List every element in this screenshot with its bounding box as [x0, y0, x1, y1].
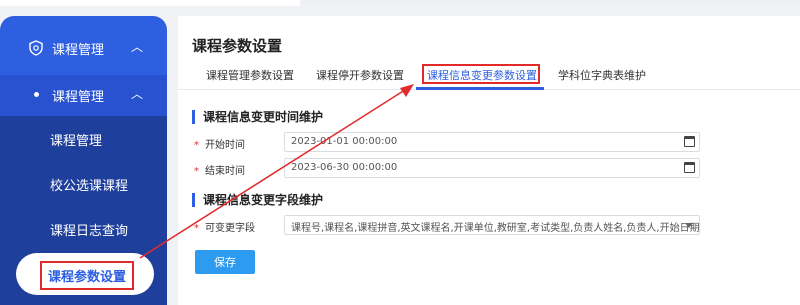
end-time-label: * 结束时间 — [194, 166, 245, 177]
section-fields-title: 课程信息变更字段维护 — [192, 193, 323, 207]
sidebar-subgroup-label: 课程管理 — [52, 90, 105, 105]
bullet-icon — [34, 92, 39, 97]
top-bar — [0, 0, 800, 6]
sidebar: 课程管理 ︿ 课程管理 ︿ 课程管理 校公选课课程 课程日志查询 课程参数设置 — [0, 16, 167, 305]
end-time-input[interactable]: 2023-06-30 00:00:00 — [284, 158, 700, 178]
shield-icon — [29, 40, 43, 56]
sidebar-item-course-management[interactable]: 课程管理 — [50, 130, 102, 149]
section-time-title: 课程信息变更时间维护 — [192, 110, 323, 124]
sidebar-group-course-management[interactable]: 课程管理 ︿ — [0, 28, 167, 68]
fields-select[interactable]: 课程号,课程名,课程拼音,英文课程名,开课单位,教研室,考试类型,负责人姓名,负… — [284, 215, 700, 235]
start-time-value: 2023-01-01 00:00:00 — [291, 136, 398, 147]
sidebar-item-course-log[interactable]: 课程日志查询 — [50, 220, 128, 239]
sidebar-item-public-elective[interactable]: 校公选课课程 — [50, 175, 128, 194]
tab-course-change-params[interactable]: 课程信息变更参数设置 — [427, 67, 537, 83]
calendar-icon[interactable] — [684, 162, 695, 173]
start-time-label: * 开始时间 — [194, 140, 245, 151]
page-title: 课程参数设置 — [192, 37, 283, 55]
sidebar-group-label: 课程管理 — [52, 43, 105, 58]
sidebar-item-course-params[interactable]: 课程参数设置 — [40, 261, 135, 290]
end-time-value: 2023-06-30 00:00:00 — [291, 162, 398, 173]
tab-discipline-dictionary[interactable]: 学科位字典表维护 — [558, 67, 646, 83]
sidebar-subgroup-course-management[interactable]: 课程管理 ︿ — [0, 76, 167, 114]
fields-value: 课程号,课程名,课程拼音,英文课程名,开课单位,教研室,考试类型,负责人姓名,负… — [291, 223, 700, 234]
save-button[interactable]: 保存 — [195, 250, 255, 274]
chevron-up-icon: ︿ — [131, 40, 144, 54]
fields-label: * 可变更字段 — [194, 223, 255, 234]
calendar-icon[interactable] — [684, 136, 695, 147]
top-bar-segment — [300, 0, 800, 6]
chevron-down-icon[interactable] — [685, 223, 693, 228]
main-panel: 课程参数设置 课程管理参数设置 课程停开参数设置 课程信息变更参数设置 学科位字… — [178, 16, 800, 305]
tab-course-management-params[interactable]: 课程管理参数设置 — [206, 67, 294, 83]
tab-active-indicator — [416, 87, 544, 90]
chevron-up-icon: ︿ — [131, 87, 144, 101]
tab-course-suspend-params[interactable]: 课程停开参数设置 — [316, 67, 404, 83]
start-time-input[interactable]: 2023-01-01 00:00:00 — [284, 132, 700, 152]
